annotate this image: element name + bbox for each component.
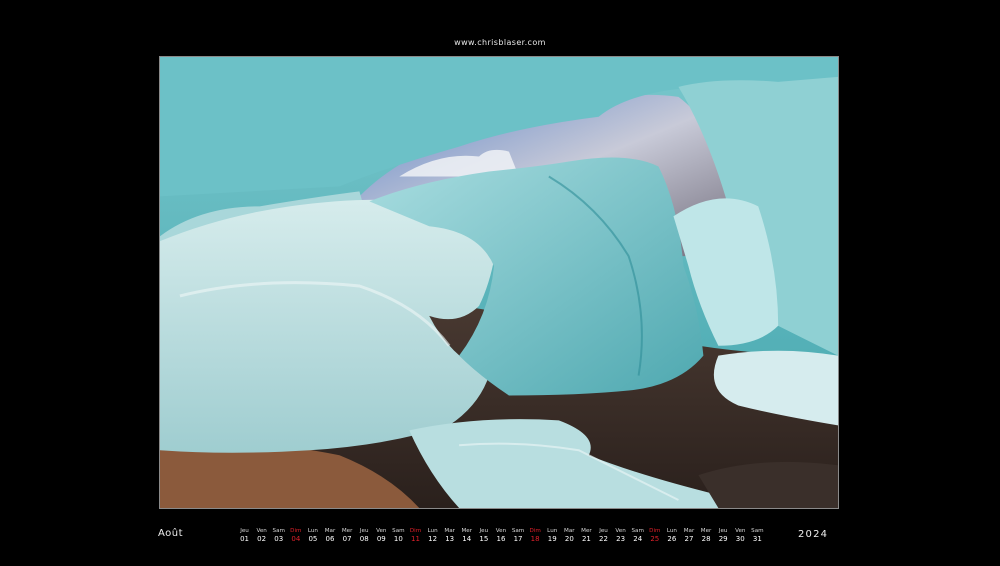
day-number: 02 [257, 535, 267, 543]
weekday-label: Mar [683, 528, 695, 534]
calendar-day: Mar 27 [680, 527, 697, 543]
calendar-day: Ven 16 [492, 527, 509, 543]
calendar-day: Ven 30 [732, 527, 749, 543]
calendar-days-row: Jeu 01 Ven 02 Sam 03 Dim 04 Lun 05 Mar 06 Mer 07 Jeu 08… [236, 527, 766, 543]
weekday-label: Sam [631, 528, 644, 534]
day-number: 03 [274, 535, 284, 543]
weekday-label: Sam [392, 528, 405, 534]
weekday-label: Ven [735, 528, 746, 534]
day-number: 06 [325, 535, 335, 543]
weekday-label: Jeu [718, 528, 728, 534]
weekday-label: Jeu [599, 528, 608, 534]
weekday-label: Mer [581, 528, 592, 534]
weekday-label: Sam [272, 528, 285, 534]
day-number: 11 [411, 535, 420, 543]
day-number: 28 [701, 535, 711, 543]
weekday-label: Dim [649, 528, 661, 534]
day-number: 04 [291, 535, 301, 543]
day-number: 21 [581, 535, 591, 543]
calendar-day: Ven 23 [612, 527, 629, 543]
website-url: www.chrisblaser.com [454, 38, 546, 47]
weekday-label: Lun [547, 528, 558, 534]
weekday-label: Lun [307, 528, 318, 534]
day-number: 23 [616, 535, 626, 543]
calendar-day: Sam 24 [629, 527, 646, 543]
calendar-day: Dim 18 [527, 527, 544, 543]
calendar-day: Sam 10 [390, 527, 407, 543]
calendar-day: Jeu 01 [236, 527, 253, 543]
calendar-day: Mar 13 [441, 527, 458, 543]
calendar-day: Sam 31 [749, 527, 766, 543]
photo-illustration [160, 57, 838, 508]
day-number: 25 [650, 535, 660, 543]
year-label: 2024 [798, 529, 829, 540]
calendar-day: Sam 17 [510, 527, 527, 543]
day-number: 14 [462, 535, 472, 543]
calendar-day: Jeu 08 [356, 527, 373, 543]
day-number: 19 [547, 535, 557, 543]
calendar-day: Dim 25 [646, 527, 663, 543]
calendar-day: Ven 02 [253, 527, 270, 543]
day-number: 24 [633, 535, 643, 543]
day-number: 27 [684, 535, 694, 543]
weekday-label: Mar [324, 528, 336, 534]
weekday-label: Lun [666, 528, 677, 534]
weekday-label: Mer [700, 528, 712, 534]
calendar-day: Sam 03 [270, 527, 287, 543]
calendar-day: Mer 28 [698, 527, 715, 543]
weekday-label: Mar [444, 528, 455, 534]
day-number: 30 [735, 535, 745, 543]
calendar-day: Jeu 15 [475, 527, 492, 543]
day-number: 05 [308, 535, 318, 543]
calendar-day: Mer 14 [458, 527, 475, 543]
calendar-day: Mar 06 [321, 527, 338, 543]
weekday-label: Lun [427, 528, 438, 534]
weekday-label: Dim [290, 528, 302, 534]
weekday-label: Ven [256, 528, 267, 534]
day-number: 09 [376, 535, 386, 543]
month-label: Août [158, 528, 184, 539]
weekday-label: Mar [564, 528, 575, 534]
weekday-label: Ven [376, 528, 387, 534]
calendar-day: Lun 26 [663, 527, 680, 543]
day-number: 20 [564, 535, 574, 543]
calendar-day: Jeu 29 [715, 527, 732, 543]
weekday-label: Dim [529, 528, 541, 534]
calendar-day: Dim 04 [287, 527, 304, 543]
weekday-label: Ven [495, 528, 507, 534]
weekday-label: Jeu [240, 528, 249, 534]
day-number: 15 [479, 535, 489, 543]
day-number: 29 [718, 535, 728, 543]
calendar-day: Mar 20 [561, 527, 578, 543]
day-number: 16 [496, 535, 506, 543]
day-number: 13 [445, 535, 455, 543]
glacier-ice-photo [159, 56, 839, 509]
day-number: 01 [240, 535, 249, 543]
weekday-label: Mer [461, 528, 473, 534]
calendar-day: Mer 21 [578, 527, 595, 543]
calendar-day: Lun 19 [544, 527, 561, 543]
day-number: 10 [393, 535, 403, 543]
day-number: 07 [342, 535, 352, 543]
day-number: 22 [599, 535, 608, 543]
calendar-day: Dim 11 [407, 527, 424, 543]
calendar-day: Ven 09 [373, 527, 390, 543]
weekday-label: Sam [511, 528, 525, 534]
weekday-label: Jeu [479, 528, 489, 534]
day-number: 12 [428, 535, 438, 543]
day-number: 31 [752, 535, 762, 543]
calendar-day: Lun 05 [304, 527, 321, 543]
calendar-day: Mer 07 [339, 527, 356, 543]
day-number: 17 [513, 535, 523, 543]
weekday-label: Sam [751, 528, 764, 534]
weekday-label: Dim [409, 528, 422, 534]
day-number: 08 [359, 535, 369, 543]
weekday-label: Ven [615, 528, 626, 534]
calendar-day: Jeu 22 [595, 527, 612, 543]
day-number: 18 [530, 535, 540, 543]
calendar-day: Lun 12 [424, 527, 441, 543]
day-number: 26 [667, 535, 677, 543]
weekday-label: Mer [341, 528, 353, 534]
weekday-label: Jeu [359, 528, 369, 534]
